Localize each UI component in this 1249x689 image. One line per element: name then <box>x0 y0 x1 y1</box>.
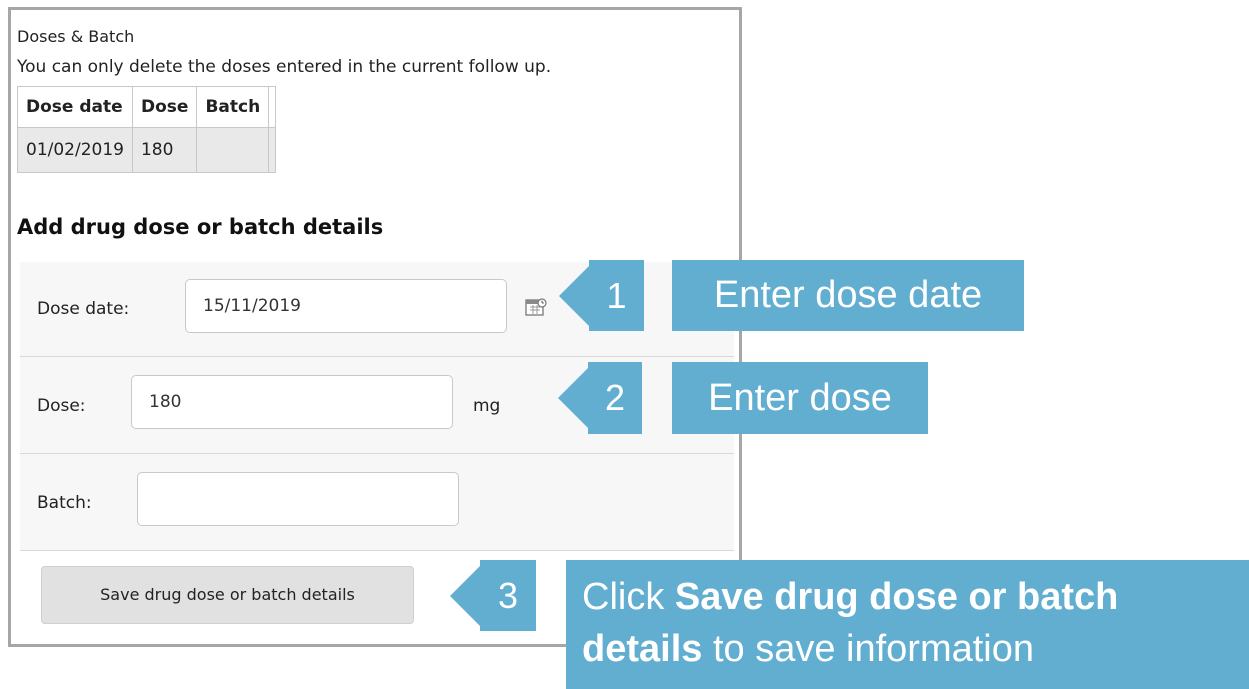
callout-number-1: 1 <box>589 260 644 331</box>
dose-label: Dose: <box>37 396 86 416</box>
cell-actions <box>268 127 277 173</box>
column-header-dose-date: Dose date <box>17 86 133 128</box>
batch-row: Batch: <box>20 454 734 551</box>
doses-batch-heading: Doses & Batch <box>17 27 135 46</box>
dose-input[interactable]: 180 <box>131 375 453 429</box>
batch-input[interactable] <box>137 472 459 526</box>
table-header-row: Dose date Dose Batch <box>17 86 277 128</box>
callout-text-3: Click Save drug dose or batch details to… <box>566 560 1249 689</box>
delete-note: You can only delete the doses entered in… <box>17 57 552 77</box>
dose-date-label: Dose date: <box>37 299 130 319</box>
callout-text-3-suffix: to save information <box>702 628 1034 670</box>
add-dose-title: Add drug dose or batch details <box>17 215 384 239</box>
doses-table: Dose date Dose Batch 01/02/2019 180 <box>17 86 277 173</box>
batch-label: Batch: <box>37 493 92 513</box>
callout-number-3: 3 <box>480 560 536 631</box>
save-dose-batch-button[interactable]: Save drug dose or batch details <box>41 566 414 624</box>
calendar-icon[interactable] <box>525 297 547 317</box>
cell-batch <box>196 127 270 173</box>
column-header-dose: Dose <box>131 86 198 128</box>
callout-text-2: Enter dose <box>672 362 928 434</box>
column-header-actions <box>268 86 277 128</box>
cell-dose-date: 01/02/2019 <box>17 127 133 173</box>
column-header-batch: Batch <box>196 86 270 128</box>
callout-number-2: 2 <box>588 362 642 434</box>
dose-unit: mg <box>473 396 501 416</box>
dose-date-input[interactable]: 15/11/2019 <box>185 279 507 333</box>
callout-text-1: Enter dose date <box>672 260 1024 331</box>
callout-text-3-prefix: Click <box>582 576 675 618</box>
cell-dose: 180 <box>131 127 198 173</box>
table-row: 01/02/2019 180 <box>17 127 277 173</box>
